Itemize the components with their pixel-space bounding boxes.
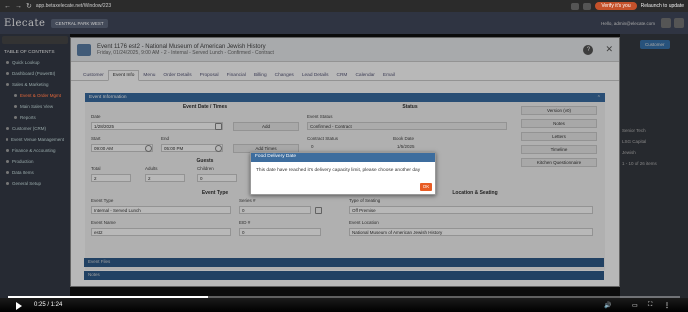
sidebar-item-label: Finance & Accounting [12,148,56,153]
sidebar-item-label: Event Venue Management [10,137,64,142]
sidebar-item[interactable]: Event Venue Management [0,134,70,145]
sidebar-item-label: Reports [20,115,36,120]
app-logo: Elecate [4,17,46,29]
sidebar-search[interactable] [2,36,68,44]
play-icon[interactable] [16,302,22,310]
sidebar-title: TABLE OF CONTENTS [4,50,55,55]
sidebar-item[interactable]: Production [0,156,70,167]
bullet-icon [6,61,9,64]
volume-icon[interactable]: 🔊 [604,302,611,309]
sidebar-item-label: Sales & Marketing [12,82,49,87]
bullet-icon [6,182,9,185]
sidebar-item[interactable]: Reports [0,112,70,123]
sidebar-item-label: Data Items [12,170,34,175]
bullet-icon [14,116,17,119]
sidebar-item-label: Dashboard (PowerBI) [12,71,56,76]
user-greeting: Hello, admin@elecate.com [601,20,655,26]
progress-fill [8,296,209,298]
sidebar-item[interactable]: Event & Order Mgmt [0,90,70,101]
back-icon[interactable]: ← [4,3,11,10]
sidebar-item[interactable]: Quick Lookup [0,57,70,68]
time-display: 0:25 / 1:24 [34,302,63,308]
sidebar-item-label: Event & Order Mgmt [20,93,62,98]
bullet-icon [6,83,9,86]
sidebar-item[interactable]: Data Items [0,167,70,178]
extension-icon[interactable] [571,2,580,10]
captions-icon[interactable]: ▭ [632,302,638,309]
bullet-icon [6,138,8,141]
sidebar-item-label: Customer (CRM) [12,126,47,131]
sidebar-item[interactable]: Sales & Marketing [0,79,70,90]
sidebar-item-label: Quick Lookup [12,60,40,65]
sidebar-item-label: General Setup [12,181,42,186]
bullet-icon [6,127,9,130]
bullet-icon [6,171,9,174]
sidebar-item-label: Main Sales View [20,104,54,109]
bullet-icon [6,160,9,163]
screen-share-icon[interactable] [674,18,684,28]
sidebar-item-label: Production [12,159,34,164]
dialog-message: This date have reached it's delivery cap… [256,168,421,173]
bookmark-icon[interactable] [583,2,592,10]
fullscreen-icon[interactable]: ⛶ [648,302,652,309]
app-header: Elecate CENTRAL PARK WEST Hello, admin@e… [0,12,688,34]
browser-toolbar: ← → ↻ app.betaxelecate.net/Window/223 Ve… [0,0,688,12]
sidebar-item[interactable]: Customer (CRM) [0,123,70,134]
reload-icon[interactable]: ↻ [26,2,32,10]
address-bar[interactable]: app.betaxelecate.net/Window/223 [36,3,111,9]
video-controls [0,298,688,312]
bullet-icon [6,149,9,152]
ok-button[interactable]: OK [420,183,432,191]
progress-bar[interactable] [8,296,680,298]
alert-dialog: Food Delivery Date This date have reache… [250,152,436,195]
bullet-icon [14,105,17,108]
sidebar-item[interactable]: Dashboard (PowerBI) [0,68,70,79]
dialog-title: Food Delivery Date [251,153,435,162]
forward-icon[interactable]: → [15,3,22,10]
bullet-icon [14,94,17,97]
screen-record-icon[interactable] [661,18,671,28]
more-options-icon[interactable]: ⋮ [664,302,670,309]
relaunch-button[interactable]: Relaunch to update [641,3,684,9]
venue-select[interactable]: CENTRAL PARK WEST [51,18,108,28]
sidebar-item[interactable]: Finance & Accounting [0,145,70,156]
bullet-icon [6,72,9,75]
sidebar-item[interactable]: General Setup [0,178,70,189]
verify-button[interactable]: Verify it's you [595,2,637,10]
sidebar-item[interactable]: Main Sales View [0,101,70,112]
sidebar: TABLE OF CONTENTS Quick Lookup Dashboard … [0,34,70,298]
